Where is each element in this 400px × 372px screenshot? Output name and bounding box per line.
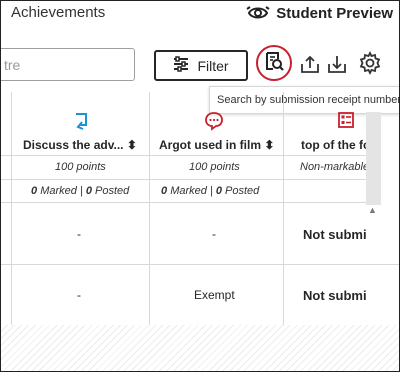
grid-line bbox=[283, 92, 284, 325]
grid-line bbox=[1, 264, 399, 265]
sort-icon[interactable]: ⬍ bbox=[123, 138, 137, 152]
student-preview-label: Student Preview bbox=[276, 4, 393, 22]
upload-button[interactable] bbox=[300, 55, 320, 77]
grid-line bbox=[149, 92, 150, 325]
column-points: 100 points bbox=[55, 161, 106, 173]
download-icon bbox=[327, 54, 347, 79]
column-points: Non-markable bbox=[300, 161, 370, 173]
column-name: Discuss the adv... ⬍ bbox=[23, 138, 137, 152]
empty-rows-area bbox=[1, 325, 399, 371]
search-field[interactable] bbox=[1, 48, 142, 81]
grade-cell[interactable]: - bbox=[77, 227, 81, 241]
grade-cell[interactable]: - bbox=[212, 227, 216, 241]
receipt-search-tooltip: Search by submission receipt number bbox=[209, 86, 399, 114]
receipt-search-button[interactable] bbox=[256, 45, 292, 81]
student-preview-icon bbox=[246, 4, 270, 22]
column-status: 0 Marked | 0 Posted bbox=[161, 185, 260, 197]
column-points: 100 points bbox=[189, 161, 240, 173]
gradebook-panel: Achievements Student Preview tre Filter … bbox=[0, 0, 400, 372]
gear-icon bbox=[358, 50, 382, 80]
settings-button[interactable] bbox=[357, 50, 383, 80]
search-input[interactable] bbox=[1, 49, 142, 80]
grade-cell[interactable]: - bbox=[77, 288, 81, 302]
filter-button[interactable]: Filter bbox=[154, 50, 248, 81]
scroll-up-icon[interactable]: ▲ bbox=[368, 205, 377, 215]
chat-bubble-icon bbox=[204, 111, 224, 136]
grade-cell[interactable]: Not submi bbox=[303, 288, 367, 303]
grid-line bbox=[1, 179, 366, 180]
grid-line bbox=[11, 92, 12, 325]
column-status: 0 Marked | 0 Posted bbox=[31, 185, 130, 197]
upload-icon bbox=[300, 54, 320, 79]
grade-cell[interactable]: Not submi bbox=[303, 227, 367, 242]
column-name: top of the fo bbox=[301, 138, 371, 152]
download-button[interactable] bbox=[327, 55, 347, 77]
filter-label: Filter bbox=[197, 57, 229, 74]
column-name: Argot used in film ⬍ bbox=[159, 138, 275, 152]
receipt-search-icon bbox=[263, 50, 285, 77]
page-title: Achievements bbox=[11, 4, 106, 21]
grid-line bbox=[1, 202, 366, 203]
filter-icon bbox=[173, 56, 189, 75]
discussion-icon bbox=[73, 111, 89, 136]
top-bar: Achievements Student Preview bbox=[1, 1, 399, 31]
sort-icon[interactable]: ⬍ bbox=[261, 138, 274, 152]
test-icon bbox=[337, 111, 355, 134]
grid-line bbox=[1, 155, 366, 156]
grade-cell[interactable]: Exempt bbox=[194, 288, 235, 302]
student-preview-button[interactable]: Student Preview bbox=[246, 4, 393, 22]
vertical-scrollbar[interactable] bbox=[366, 112, 381, 205]
